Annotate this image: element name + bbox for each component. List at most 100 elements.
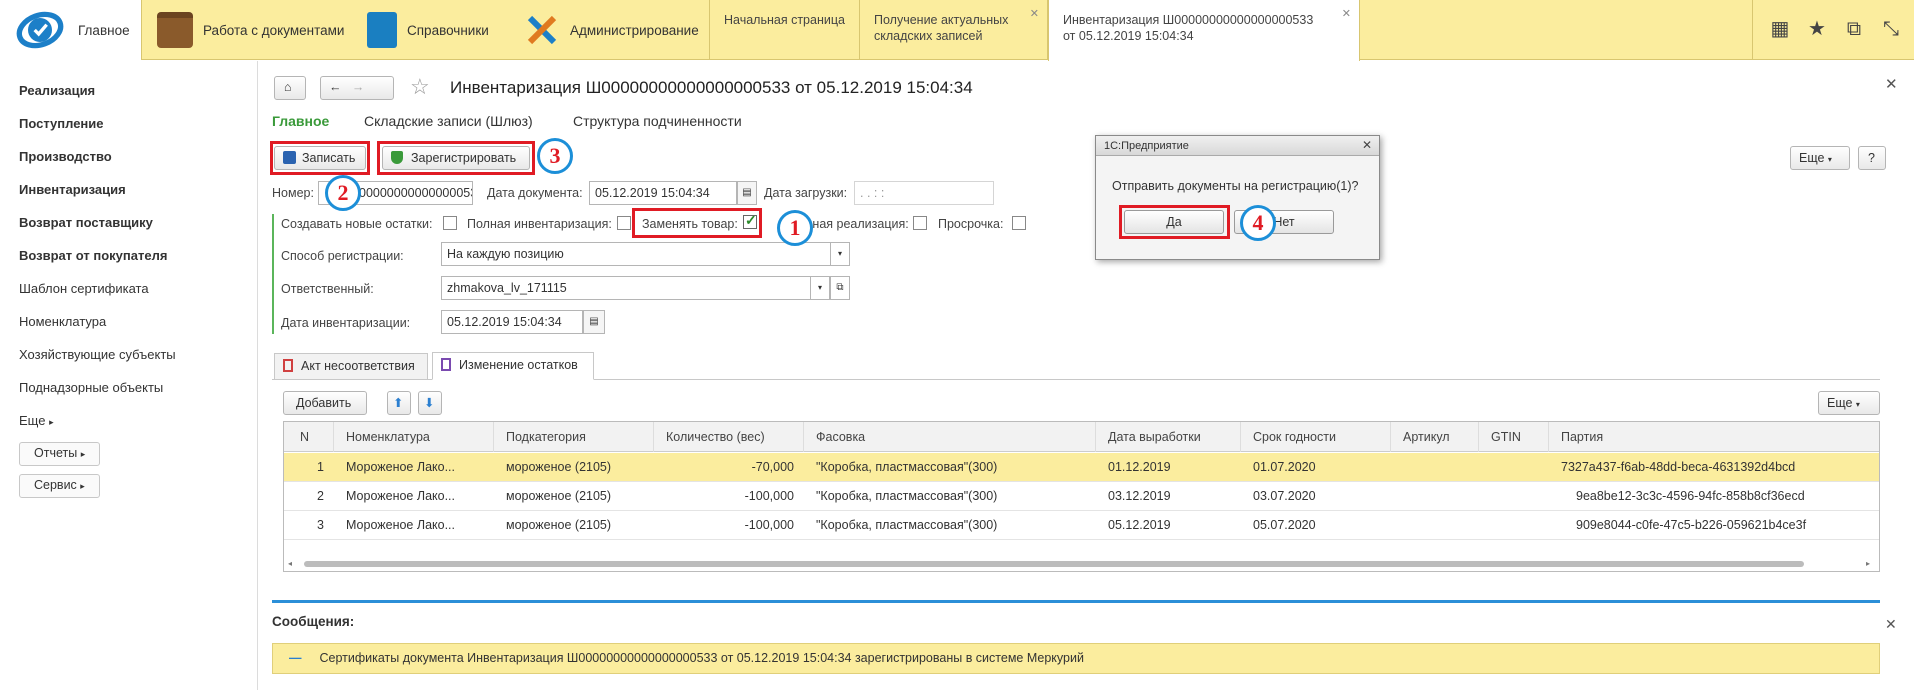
close-icon[interactable]: ✕ [1342,6,1351,22]
no-label: Нет [1273,215,1295,229]
more-button[interactable]: Еще ▾ [1790,146,1850,170]
reg-method-select[interactable]: На каждую позицию [441,242,831,266]
home-button[interactable]: ⌂ [274,76,306,100]
favorite-star-icon[interactable]: ☆ [410,74,430,100]
add-row-button[interactable]: Добавить [283,391,367,415]
section-main[interactable]: Главное [0,0,141,60]
col-header-batch[interactable]: Партия [1549,422,1879,452]
sidebar-item-production[interactable]: Производство [19,149,112,164]
back-arrow-icon[interactable]: ← [329,80,342,94]
dialog-title-bar: 1С:Предприятие [1096,136,1379,156]
tab-home-page[interactable]: Начальная страница [710,0,860,60]
dropdown-arrow-icon[interactable]: ▾ [830,242,850,266]
section-references[interactable]: Справочники [367,0,489,60]
col-header-packing[interactable]: Фасовка [804,422,1096,452]
link-main[interactable]: Главное [272,113,329,129]
table-row[interactable]: 3 Мороженое Лако... мороженое (2105) -10… [284,511,1879,540]
col-header-gtin[interactable]: GTIN [1479,422,1549,452]
section-admin-label: Администрирование [570,22,699,38]
load-date-field[interactable]: . . : : [854,181,994,205]
checkbox-sale[interactable] [913,216,927,230]
tab-label: Начальная страница [724,13,845,27]
col-header-expiry[interactable]: Срок годности [1241,422,1391,452]
scrollbar-thumb[interactable] [304,561,1804,567]
service-button[interactable]: Сервис ▸ [19,474,100,498]
open-icon[interactable]: ⧉ [830,276,850,300]
sidebar-item-sales[interactable]: Реализация [19,83,95,98]
collapse-icon[interactable]: — [289,651,302,665]
tab-label: Инвентаризация Ш00000000000000000533 от … [1063,13,1314,43]
sidebar-item-return-buyer[interactable]: Возврат от покупателя [19,248,167,263]
close-icon[interactable]: ✕ [1030,6,1039,22]
checkbox-new-stock[interactable] [443,216,457,230]
col-header-quantity[interactable]: Количество (вес) [654,422,804,452]
responsible-field[interactable]: zhmakova_lv_171115 [441,276,811,300]
close-form-icon[interactable]: ✕ [1885,75,1898,93]
sidebar-item-receipts[interactable]: Поступление [19,116,104,131]
col-header-subcategory[interactable]: Подкатегория [494,422,654,452]
table-row[interactable]: 1 Мороженое Лако... мороженое (2105) -70… [284,453,1879,482]
star-icon[interactable]: ★ [1805,17,1829,41]
horizontal-scrollbar[interactable]: ◂ ▸ [286,559,1876,569]
sidebar-item-objects[interactable]: Поднадзорные объекты [19,380,163,395]
col-header-n[interactable]: N [284,422,334,452]
inv-date-field[interactable]: 05.12.2019 15:04:34 [441,310,583,334]
col-header-nomenclature[interactable]: Номенклатура [334,422,494,452]
top-section-bar: Главное Работа с документами Справочники… [0,0,1914,61]
grid-icon[interactable]: ▦ [1768,17,1792,41]
sidebar-item-inventory[interactable]: Инвентаризация [19,182,126,197]
divider [1752,0,1753,60]
sidebar-item-cert-template[interactable]: Шаблон сертификата [19,281,149,296]
reg-method-value: На каждую позицию [447,247,564,261]
message-item[interactable]: — Сертификаты документа Инвентаризация Ш0… [272,643,1880,674]
link-subordination[interactable]: Структура подчиненности [573,113,742,129]
dropdown-arrow-icon[interactable]: ▾ [810,276,830,300]
cell-subcategory: мороженое (2105) [506,460,612,474]
close-messages-icon[interactable]: ✕ [1885,616,1897,633]
cell-prod-date: 05.12.2019 [1108,518,1171,532]
resize-icon[interactable]: ⤡ [1879,17,1903,41]
table-more-button[interactable]: Еще ▾ [1818,391,1880,415]
section-documents[interactable]: Работа с документами [157,0,344,60]
messages-separator [272,600,1880,603]
table-row[interactable]: 2 Мороженое Лако... мороженое (2105) -10… [284,482,1879,511]
tab-stock-change[interactable]: Изменение остатков [432,352,594,380]
scroll-left-icon[interactable]: ◂ [288,559,292,568]
col-header-prod-date[interactable]: Дата выработки [1096,422,1241,452]
sidebar-item-entities[interactable]: Хозяйствующие субъекты [19,347,176,362]
checkbox-label-sale: ...ная реализация: [802,217,909,231]
responsible-label: Ответственный: [281,282,374,296]
scroll-right-icon[interactable]: ▸ [1866,559,1870,568]
checkbox-expired[interactable] [1012,216,1026,230]
section-admin[interactable]: Администрирование [524,0,699,60]
forward-arrow-icon[interactable]: → [352,80,365,94]
reg-method-label: Способ регистрации: [281,249,404,263]
responsible-value: zhmakova_lv_171115 [447,281,567,295]
sidebar-item-return-supplier[interactable]: Возврат поставщику [19,215,153,230]
calendar-icon[interactable]: ▤ [737,181,757,205]
checkbox-full-inventory[interactable] [617,216,631,230]
help-button[interactable]: ? [1858,146,1886,170]
cell-packing: "Коробка, пластмассовая"(300) [816,489,998,503]
reports-button[interactable]: Отчеты ▸ [19,442,101,466]
dialog-close-icon[interactable]: ✕ [1362,138,1372,152]
move-down-icon[interactable]: ⬇ [418,391,442,415]
tab-act[interactable]: Акт несоответствия [274,353,428,379]
link-warehouse-records[interactable]: Складские записи (Шлюз) [364,113,533,129]
move-up-icon[interactable]: ⬆ [387,391,411,415]
nav-back-forward[interactable]: ← → [320,76,394,100]
history-icon[interactable]: ⧉ [1842,17,1866,41]
col-header-article[interactable]: Артикул [1391,422,1479,452]
calendar-icon[interactable]: ▤ [583,310,605,334]
load-date-label: Дата загрузки: [764,186,848,200]
sidebar-item-nomenclature[interactable]: Номенклатура [19,314,106,329]
more-label: Еще [19,413,46,428]
sidebar-item-more[interactable]: Еще ▸ [19,413,54,428]
section-documents-label: Работа с документами [203,22,345,38]
doc-date-field[interactable]: 05.12.2019 15:04:34 [589,181,737,205]
section-references-label: Справочники [407,22,489,38]
tab-inventory[interactable]: Инвентаризация Ш00000000000000000533 от … [1048,0,1360,61]
reports-label: Отчеты [34,446,78,460]
tab-get-records[interactable]: Получение актуальных складских записей ✕ [860,0,1048,60]
cell-nomenclature: Мороженое Лако... [346,489,455,503]
